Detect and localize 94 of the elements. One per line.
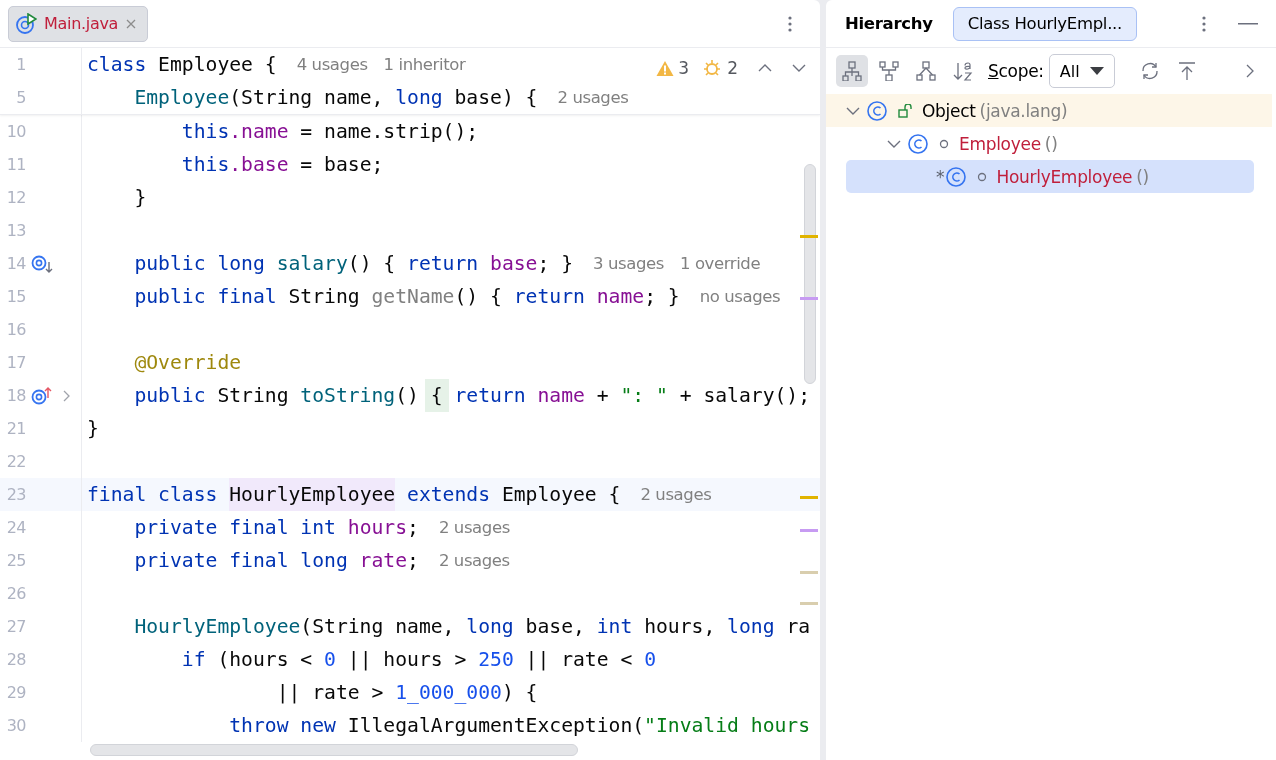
scrollbar-thumb[interactable] xyxy=(90,744,578,756)
open-lock-icon xyxy=(898,103,912,118)
file-tab[interactable]: Main.java xyxy=(8,5,149,42)
line-number: 23 xyxy=(5,485,26,504)
class-detail: () xyxy=(1044,133,1058,154)
line-number: 10 xyxy=(5,122,26,141)
inlay-hint[interactable]: 1 inheritor xyxy=(383,55,466,74)
marker: * xyxy=(936,166,945,187)
line-number: 22 xyxy=(5,452,26,471)
error-stripe-mark xyxy=(800,571,818,574)
line-number: 29 xyxy=(5,683,26,702)
inlay-hint[interactable]: 2 usages xyxy=(438,551,510,570)
inlay-hint[interactable]: 2 usages xyxy=(640,485,712,504)
code-line: } xyxy=(133,185,147,211)
hierarchy-tab[interactable]: Class HourlyEmpl... xyxy=(952,6,1137,41)
code-line: || rate > 1_000_000) { xyxy=(275,680,538,706)
code-line: @Override xyxy=(133,350,242,376)
line-number: 27 xyxy=(5,617,26,636)
code-line: private final long rate; xyxy=(133,548,419,574)
code-line: HourlyEmployee(String name, long base, int hours, long ra xyxy=(133,614,811,640)
weak-warning-count: 2 xyxy=(727,58,738,78)
line-number: 21 xyxy=(5,419,26,438)
error-stripe-mark xyxy=(800,297,818,300)
close-icon[interactable] xyxy=(125,17,138,30)
line-number: 1 xyxy=(15,55,26,74)
inlay-hint[interactable]: 4 usages xyxy=(296,55,368,74)
line-number: 28 xyxy=(5,650,26,669)
chevron-down-icon[interactable] xyxy=(887,138,901,149)
code-line: class Employee { xyxy=(87,52,277,78)
line-number: 24 xyxy=(5,518,26,537)
class-icon xyxy=(944,165,967,188)
error-stripe-mark xyxy=(800,529,818,532)
line-number: 15 xyxy=(5,287,26,306)
minimize-icon[interactable] xyxy=(1238,22,1258,25)
line-number: 25 xyxy=(5,551,26,570)
scrollbar-thumb[interactable] xyxy=(804,164,816,384)
tree-item[interactable]: Employee () xyxy=(826,127,1276,160)
chevron-up-icon[interactable] xyxy=(758,63,772,73)
class-detail: (java.lang) xyxy=(979,100,1068,121)
error-stripe-mark xyxy=(800,496,818,499)
line-number: 13 xyxy=(5,221,26,240)
chevron-down-icon[interactable] xyxy=(792,63,806,73)
line-number: 18 xyxy=(5,386,26,405)
inlay-hint[interactable]: no usages xyxy=(699,287,781,306)
error-stripe-mark xyxy=(800,235,818,238)
code-line: } xyxy=(87,416,99,442)
chevron-down-icon[interactable] xyxy=(846,105,860,116)
hierarchy-icon[interactable] xyxy=(842,61,862,81)
refresh-icon[interactable] xyxy=(1139,61,1160,81)
line-number: 17 xyxy=(5,353,26,372)
class-run-icon xyxy=(15,12,37,35)
supertypes-icon[interactable] xyxy=(879,61,899,81)
sort-icon[interactable] xyxy=(953,61,973,81)
scope-label: Scope: xyxy=(988,61,1044,81)
class-name: HourlyEmployee xyxy=(996,166,1133,187)
code-line: throw new IllegalArgumentException("Invalid hours xyxy=(228,713,811,739)
export-icon[interactable] xyxy=(1176,61,1197,81)
line-number: 30 xyxy=(5,716,26,735)
subtypes-icon[interactable] xyxy=(916,61,936,81)
dropdown-arrow-icon xyxy=(1089,67,1104,75)
error-stripe-mark xyxy=(800,602,818,605)
code-line: private final int hours; xyxy=(133,515,419,541)
code-line: public long salary() { return base; } xyxy=(133,251,573,277)
chevron-right-icon[interactable] xyxy=(62,389,70,402)
line-number: 26 xyxy=(5,584,26,603)
tree-item[interactable]: Object (java.lang) xyxy=(826,94,1272,127)
circle-icon xyxy=(976,171,987,182)
class-icon xyxy=(907,132,929,155)
code-line: final class HourlyEmployee extends Employee { xyxy=(87,478,621,511)
line-number: 14 xyxy=(5,254,26,273)
class-detail: () xyxy=(1136,166,1149,187)
line-number: 11 xyxy=(5,155,26,174)
line-number: 5 xyxy=(15,88,26,107)
inlay-hint[interactable]: 3 usages xyxy=(593,254,664,273)
warning-count: 3 xyxy=(678,58,690,78)
inlay-hint[interactable]: 2 usages xyxy=(557,88,629,107)
scope-dropdown[interactable]: All xyxy=(1048,54,1115,88)
inlay-hint[interactable]: 2 usages xyxy=(438,518,510,537)
code-line: public String toString() { return name + ": " + salary(); xyxy=(87,379,811,412)
more-icon[interactable] xyxy=(1202,14,1206,33)
code-line: this.base = base; xyxy=(180,152,384,178)
code-line: Employee(String name, long base) { xyxy=(133,85,538,111)
code-line: this.name = name.strip(); xyxy=(180,119,479,145)
line-number: 12 xyxy=(5,188,26,207)
code-line: public final String getName() { return name; } xyxy=(133,284,680,310)
class-icon xyxy=(866,99,888,122)
circle-icon xyxy=(939,138,949,149)
code-line: if (hours < 0 || hours > 250 || rate < 0 xyxy=(180,647,656,673)
inlay-hint[interactable]: 1 override xyxy=(679,254,761,273)
more-icon[interactable] xyxy=(788,14,792,33)
line-number: 16 xyxy=(5,320,26,339)
class-name: Employee xyxy=(959,133,1041,154)
panel-title: Hierarchy xyxy=(845,14,933,33)
class-name: Object xyxy=(922,100,976,121)
